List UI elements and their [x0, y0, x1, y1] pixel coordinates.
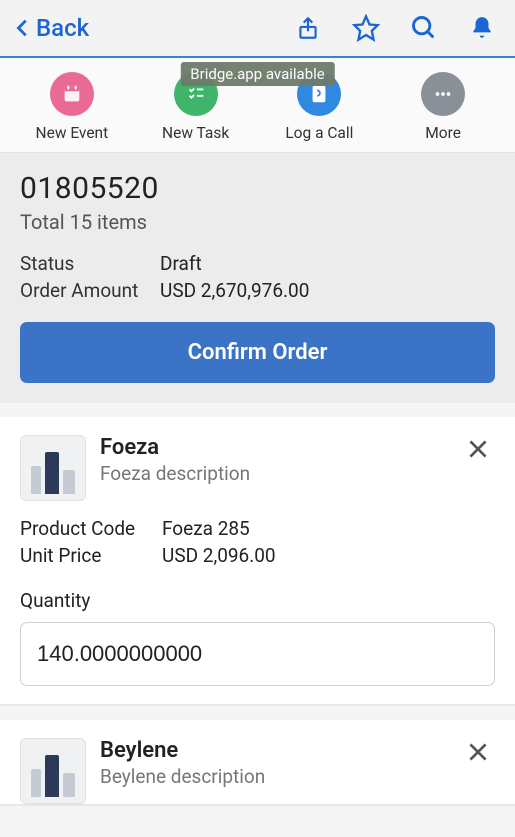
separator — [0, 706, 515, 720]
product-thumbnail — [20, 738, 86, 804]
more-icon — [421, 72, 465, 116]
quantity-label: Quantity — [20, 589, 495, 612]
order-summary: 01805520 Total 15 items Status Draft Ord… — [0, 153, 515, 403]
product-thumbnail — [20, 435, 86, 501]
status-value: Draft — [160, 252, 495, 275]
amount-label: Order Amount — [20, 279, 160, 302]
item-title: Beylene — [100, 738, 447, 763]
product-code-label: Product Code — [20, 517, 162, 540]
action-label: New Event — [36, 124, 109, 142]
status-label: Status — [20, 252, 160, 275]
action-more[interactable]: More — [381, 72, 505, 142]
star-icon[interactable] — [351, 13, 381, 43]
remove-item-button[interactable] — [461, 738, 495, 773]
total-items: Total 15 items — [20, 210, 495, 234]
unit-price-value: USD 2,096.00 — [162, 544, 495, 567]
action-label: More — [425, 124, 461, 142]
order-number: 01805520 — [20, 171, 495, 206]
line-item: Foeza Foeza description Product Code Foe… — [0, 417, 515, 706]
top-bar: Back — [0, 0, 515, 58]
action-new-event[interactable]: New Event — [10, 72, 134, 142]
back-button[interactable]: Back — [12, 12, 89, 44]
close-icon — [465, 739, 491, 765]
quantity-input[interactable] — [20, 622, 495, 686]
remove-item-button[interactable] — [461, 435, 495, 470]
share-icon[interactable] — [293, 13, 323, 43]
tooltip-badge: Bridge.app available — [180, 62, 334, 86]
close-icon — [465, 436, 491, 462]
chevron-left-icon — [12, 12, 34, 44]
top-icons — [293, 13, 497, 43]
action-label: New Task — [162, 124, 229, 142]
back-label: Back — [36, 14, 89, 42]
action-label: Log a Call — [285, 124, 353, 142]
item-description: Foeza description — [100, 462, 447, 485]
item-title: Foeza — [100, 435, 447, 460]
separator — [0, 403, 515, 417]
product-code-value: Foeza 285 — [162, 517, 495, 540]
summary-fields: Status Draft Order Amount USD 2,670,976.… — [20, 252, 495, 302]
search-icon[interactable] — [409, 13, 439, 43]
confirm-order-button[interactable]: Confirm Order — [20, 322, 495, 383]
calendar-icon — [50, 72, 94, 116]
line-item: Beylene Beylene description — [0, 720, 515, 806]
item-description: Beylene description — [100, 765, 447, 788]
unit-price-label: Unit Price — [20, 544, 162, 567]
bell-icon[interactable] — [467, 13, 497, 43]
amount-value: USD 2,670,976.00 — [160, 279, 495, 302]
